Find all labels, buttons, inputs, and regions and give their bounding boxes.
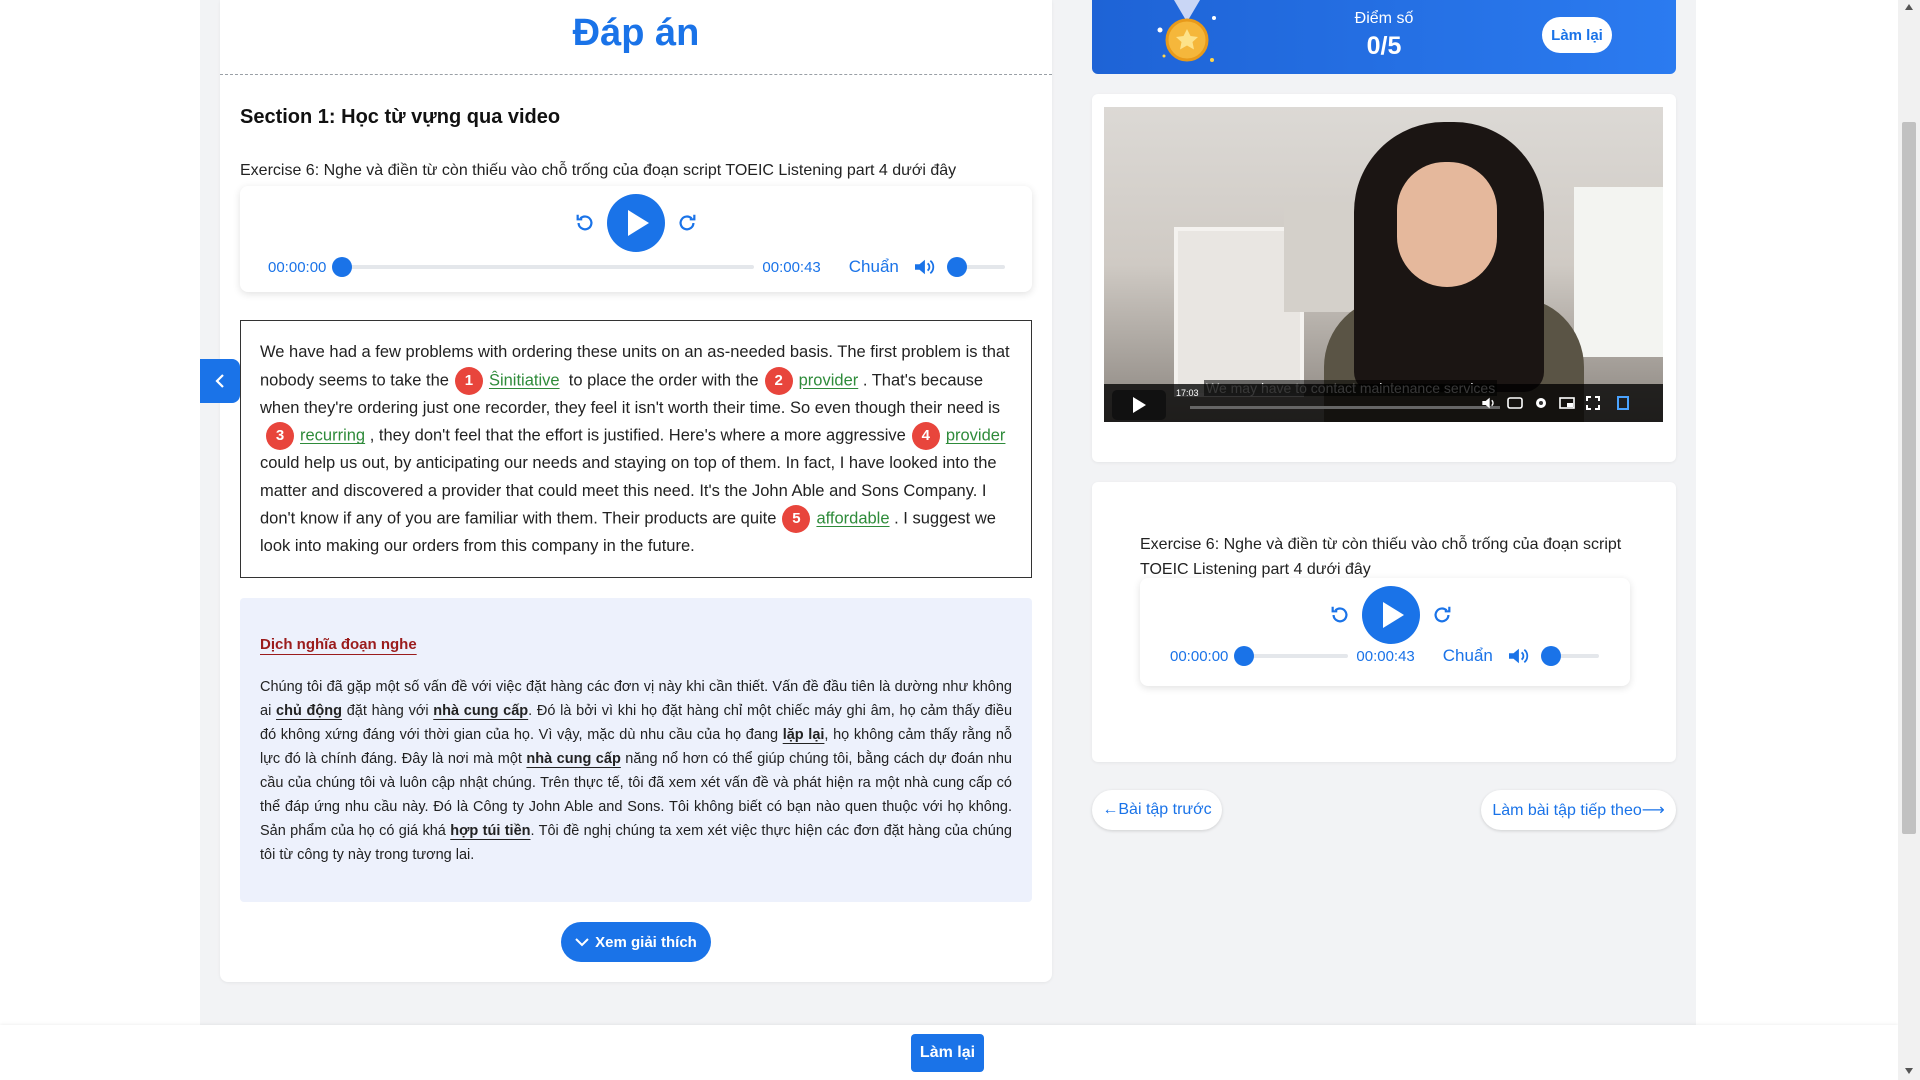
view-explanation-button[interactable]: Xem giải thích <box>561 922 711 962</box>
chevron-down-icon <box>575 938 589 947</box>
answer-passage: We have had a few problems with ordering… <box>240 320 1032 578</box>
blank-number-badge: 2 <box>764 366 793 395</box>
forward-icon[interactable] <box>675 211 699 235</box>
volume-knob[interactable] <box>946 257 967 277</box>
settings-gear-icon[interactable] <box>1532 395 1550 411</box>
volume-knob[interactable] <box>1540 646 1561 666</box>
previous-exercise-button[interactable]: ←Bài tập trước <box>1092 790 1222 830</box>
fullscreen-icon[interactable] <box>1584 395 1602 411</box>
answer-word: affordable <box>816 509 890 528</box>
translation-segment: đặt hàng với <box>346 703 429 719</box>
highlighted-term: hợp túi tiền <box>450 823 531 839</box>
rewind-icon[interactable] <box>573 211 597 235</box>
volume-slider[interactable] <box>1540 646 1599 666</box>
redo-button-header[interactable]: Làm lại <box>1542 17 1612 53</box>
video-progress-bar[interactable] <box>1190 406 1500 409</box>
scroll-down-arrow-icon[interactable] <box>1905 1068 1913 1074</box>
answer-card: Đáp án Section 1: Học từ vựng qua video … <box>220 0 1052 982</box>
captions-icon[interactable] <box>1506 395 1524 411</box>
current-time: 00:00:00 <box>268 258 327 276</box>
exercise-instruction: Exercise 6: Nghe và điền từ còn thiếu và… <box>1140 536 1622 578</box>
audio-progress-slider[interactable] <box>1234 646 1349 666</box>
audio-player: 00:00:00 00:00:43 Chuẩn <box>240 186 1032 292</box>
vertical-scrollbar[interactable] <box>1898 0 1920 1080</box>
answer-word: recurring <box>300 426 366 445</box>
play-button[interactable] <box>607 194 665 252</box>
audio-player: 00:00:00 00:00:43 Chuẩn <box>1140 578 1630 686</box>
speed-selector[interactable]: Chuẩn <box>1443 646 1493 666</box>
score-card: Điểm số 0/5 Làm lại <box>1092 0 1676 74</box>
forward-icon[interactable] <box>1430 603 1454 627</box>
duration: 00:00:43 <box>1356 647 1415 665</box>
duration: 00:00:43 <box>762 258 821 276</box>
page-title: Đáp án <box>572 12 700 54</box>
highlighted-term: chủ động <box>276 703 342 719</box>
volume-icon[interactable] <box>1480 395 1498 411</box>
video-controls: 17:03 <box>1104 384 1663 422</box>
highlighted-term: nhà cung cấp <box>526 751 621 767</box>
collapse-sidebar-button[interactable] <box>200 359 240 403</box>
answer-word: provider <box>945 426 1006 445</box>
video-card: We may have to contact maintenance servi… <box>1092 94 1676 462</box>
title-divider <box>220 74 1052 75</box>
volume-slider[interactable] <box>946 257 1005 277</box>
play-button[interactable] <box>1362 586 1420 644</box>
blank-number-badge: 1 <box>454 366 483 395</box>
video-player[interactable]: We may have to contact maintenance servi… <box>1104 107 1663 422</box>
blank-number-badge: 4 <box>911 422 940 450</box>
translation-title: Dịch nghĩa đoạn nghe <box>260 636 417 653</box>
audio-progress-slider[interactable] <box>332 257 755 277</box>
progress-knob[interactable] <box>1234 646 1255 666</box>
highlighted-term: nhà cung cấp <box>433 703 529 719</box>
video-background-board <box>1574 187 1663 357</box>
bottom-action-bar: Làm lại <box>0 1025 1898 1080</box>
play-icon <box>1383 602 1404 628</box>
highlighted-term: lặp lại <box>782 727 825 743</box>
miniplayer-icon[interactable] <box>1558 395 1576 411</box>
answer-word: provider <box>798 370 859 389</box>
translation-box: Dịch nghĩa đoạn nghe Chúng tôi đã gặp mộ… <box>240 598 1032 902</box>
blank-number-badge: 3 <box>266 422 294 450</box>
translation-text: Chúng tôi đã gặp một số vấn đề với việc … <box>260 675 1012 867</box>
play-icon <box>1132 397 1146 413</box>
redo-button[interactable]: Làm lại <box>911 1034 984 1072</box>
section-title: Section 1: Học từ vựng qua video <box>240 106 561 128</box>
volume-icon[interactable] <box>1507 647 1529 665</box>
blank-number-badge: 5 <box>782 505 811 533</box>
video-play-button[interactable] <box>1112 390 1166 420</box>
video-timestamp: 17:03 <box>1176 388 1199 398</box>
current-time: 00:00:00 <box>1170 647 1229 665</box>
volume-icon[interactable] <box>913 258 935 276</box>
scroll-up-arrow-icon[interactable] <box>1905 4 1913 10</box>
passage-text: , they don't feel that the effort is jus… <box>369 426 906 445</box>
video-presenter <box>1397 162 1497 287</box>
speed-selector[interactable]: Chuẩn <box>849 257 899 277</box>
chevron-left-icon <box>215 374 224 388</box>
scrollbar-thumb[interactable] <box>1902 122 1916 834</box>
answer-word: Ŝinitiative <box>488 370 560 389</box>
explain-label: Xem giải thích <box>595 933 697 951</box>
progress-knob[interactable] <box>332 257 353 277</box>
next-exercise-button[interactable]: Làm bài tập tiếp theo⟶ <box>1481 790 1676 830</box>
play-icon <box>628 210 649 236</box>
exercise-instruction: Exercise 6: Nghe và điền từ còn thiếu và… <box>240 162 957 179</box>
channel-logo-icon <box>1614 395 1632 411</box>
passage-text: to place the order with the <box>568 370 759 389</box>
rewind-icon[interactable] <box>1328 603 1352 627</box>
